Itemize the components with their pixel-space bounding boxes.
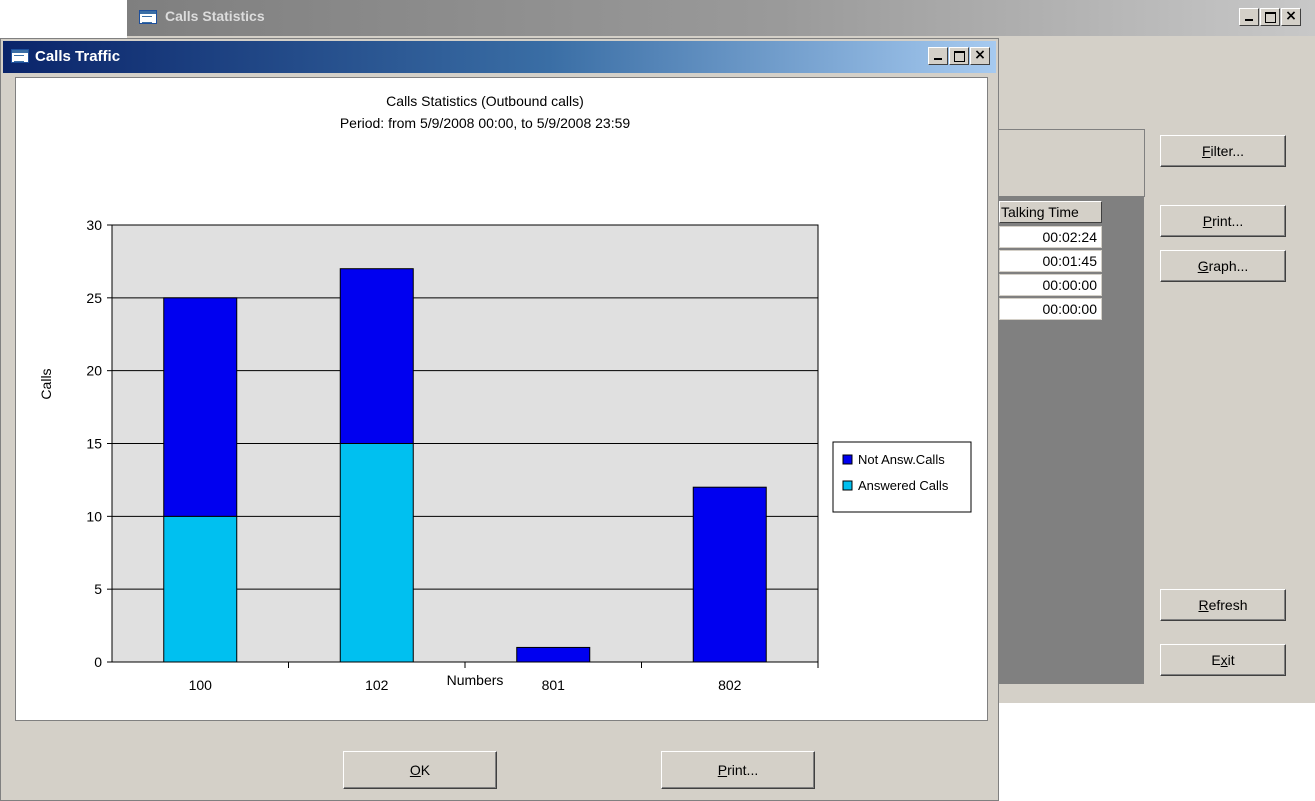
y-axis-label: Calls: [38, 368, 54, 399]
calls-statistics-titlebar[interactable]: Calls Statistics ×: [127, 0, 1315, 36]
exit-button[interactable]: Exit: [1160, 644, 1286, 676]
column-header-talking-time[interactable]: Talking Time: [999, 201, 1102, 223]
bar-not-answered: [692, 486, 767, 663]
y-tick-label: 15: [86, 436, 102, 452]
chart-subtitle: Period: from 5/9/2008 00:00, to 5/9/2008…: [340, 115, 631, 131]
grid-cell[interactable]: 00:00:00: [999, 274, 1102, 296]
y-tick-label: 10: [86, 508, 102, 524]
bar-not-answered: [339, 268, 414, 444]
calls-traffic-titlebar[interactable]: Calls Traffic ×: [3, 41, 996, 73]
maximize-icon[interactable]: [1260, 8, 1280, 26]
print-button[interactable]: Print...: [1160, 205, 1286, 237]
bar-not-answered: [516, 646, 591, 663]
grid-cell[interactable]: 00:00:00: [999, 298, 1102, 320]
y-tick-label: 0: [94, 654, 102, 670]
bar-answered: [339, 443, 414, 663]
legend-swatch: [842, 454, 853, 465]
window-controls: ×: [1238, 8, 1301, 26]
background-empty-area: [999, 703, 1315, 801]
close-icon[interactable]: ×: [1281, 8, 1301, 26]
window-controls: ×: [927, 47, 990, 65]
grid-header-panel: [999, 129, 1145, 197]
y-tick-label: 5: [94, 581, 102, 597]
calls-traffic-window: Calls Traffic × Calls Statistics (Outbou…: [0, 38, 999, 801]
calls-statistics-title: Calls Statistics: [165, 8, 265, 24]
ok-button[interactable]: OK: [343, 751, 497, 789]
calls-traffic-title: Calls Traffic: [35, 48, 121, 65]
y-tick-label: 20: [86, 363, 102, 379]
graph-button[interactable]: Graph...: [1160, 250, 1286, 282]
statistics-grid[interactable]: Talking Time 00:02:24 00:01:45 00:00:00 …: [999, 197, 1144, 684]
filter-button[interactable]: Filter...: [1160, 135, 1286, 167]
x-axis-label: Numbers: [447, 672, 504, 688]
bar-not-answered: [163, 297, 238, 517]
minimize-icon[interactable]: [1239, 8, 1259, 26]
stacked-bar-chart: Calls Statistics (Outbound calls) Period…: [38, 93, 972, 693]
x-tick-label: 802: [718, 677, 742, 693]
close-icon[interactable]: ×: [970, 47, 990, 65]
chart-title: Calls Statistics (Outbound calls): [386, 93, 584, 109]
y-tick-label: 30: [86, 217, 102, 233]
legend-swatch: [842, 480, 853, 491]
x-tick-label: 100: [189, 677, 213, 693]
maximize-icon[interactable]: [949, 47, 969, 65]
x-tick-label: 801: [542, 677, 566, 693]
print-graph-button[interactable]: Print...: [661, 751, 815, 789]
legend: Not Answ.Calls Answered Calls: [832, 441, 972, 513]
bar-answered: [163, 515, 238, 663]
grid-cell[interactable]: 00:01:45: [999, 250, 1102, 272]
refresh-button[interactable]: Refresh: [1160, 589, 1286, 621]
x-tick-label: 102: [365, 677, 389, 693]
grid-cell[interactable]: 00:02:24: [999, 226, 1102, 248]
form-icon: [11, 49, 29, 63]
y-tick-label: 25: [86, 290, 102, 306]
form-icon: [139, 10, 157, 24]
legend-label: Answered Calls: [858, 478, 949, 493]
legend-label: Not Answ.Calls: [858, 452, 945, 467]
chart-panel: Calls Statistics (Outbound calls) Period…: [15, 77, 988, 721]
minimize-icon[interactable]: [928, 47, 948, 65]
